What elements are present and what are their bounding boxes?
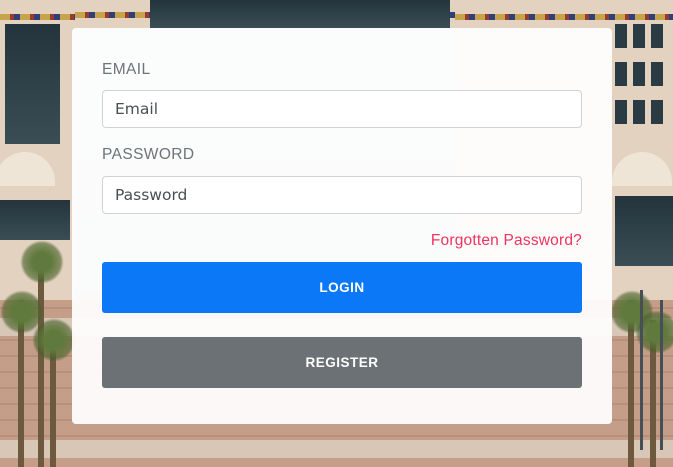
email-field[interactable] bbox=[102, 90, 582, 128]
password-field[interactable] bbox=[102, 176, 582, 214]
email-label: EMAIL bbox=[102, 61, 151, 78]
register-button[interactable]: REGISTER bbox=[102, 337, 582, 388]
login-card: EMAIL PASSWORD Forgotten Password? LOGIN… bbox=[72, 28, 612, 424]
login-button[interactable]: LOGIN bbox=[102, 262, 582, 313]
password-label: PASSWORD bbox=[102, 146, 195, 163]
forgot-password-link[interactable]: Forgotten Password? bbox=[431, 232, 582, 250]
